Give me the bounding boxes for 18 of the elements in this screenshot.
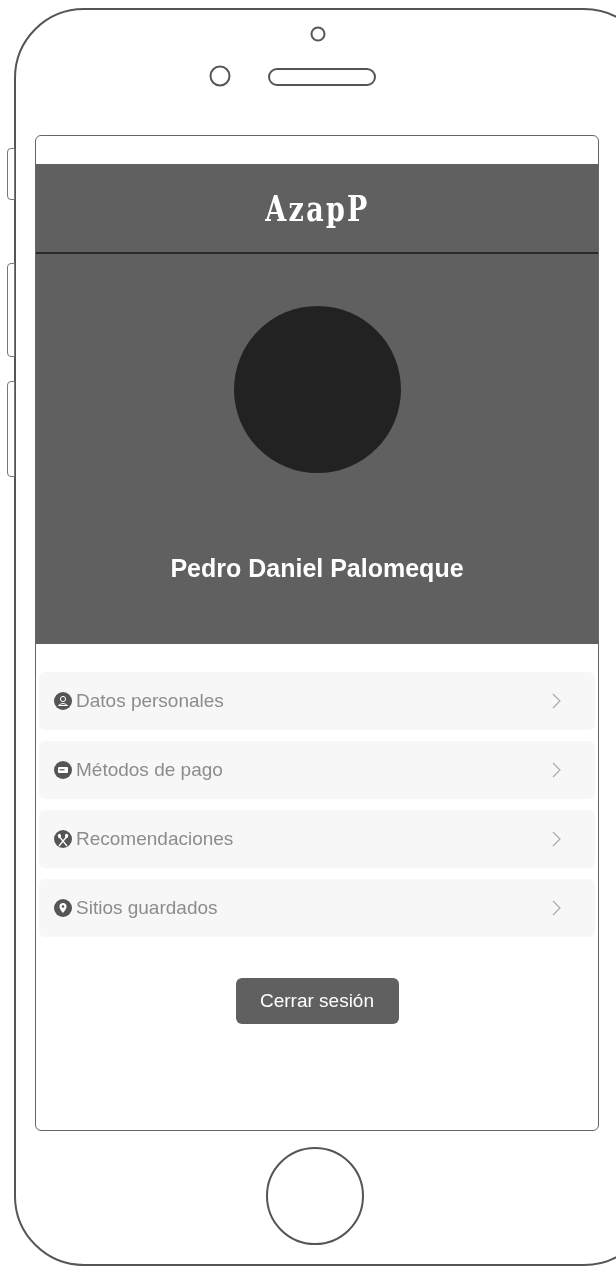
chevron-right-icon xyxy=(552,900,561,916)
menu-item[interactable]: Recomendaciones xyxy=(39,810,595,868)
location-pin-icon xyxy=(54,899,72,917)
person-icon xyxy=(54,692,72,710)
menu-item[interactable]: Métodos de pago xyxy=(39,741,595,799)
chevron-right-icon xyxy=(552,693,561,709)
menu-item[interactable]: Datos personales xyxy=(39,672,595,730)
chevron-right-icon xyxy=(552,831,561,847)
logout-button[interactable]: Cerrar sesión xyxy=(235,978,399,1024)
user-name: Pedro Daniel Palomeque xyxy=(170,553,464,584)
menu-item[interactable]: Sitios guardados xyxy=(39,879,595,937)
cutlery-icon xyxy=(54,830,72,848)
card-icon xyxy=(54,761,72,779)
app-logo: AzapP xyxy=(264,186,370,231)
sensor-icon xyxy=(310,26,326,42)
speaker-icon xyxy=(268,68,376,86)
camera-icon xyxy=(209,65,231,87)
chevron-right-icon xyxy=(552,762,561,778)
